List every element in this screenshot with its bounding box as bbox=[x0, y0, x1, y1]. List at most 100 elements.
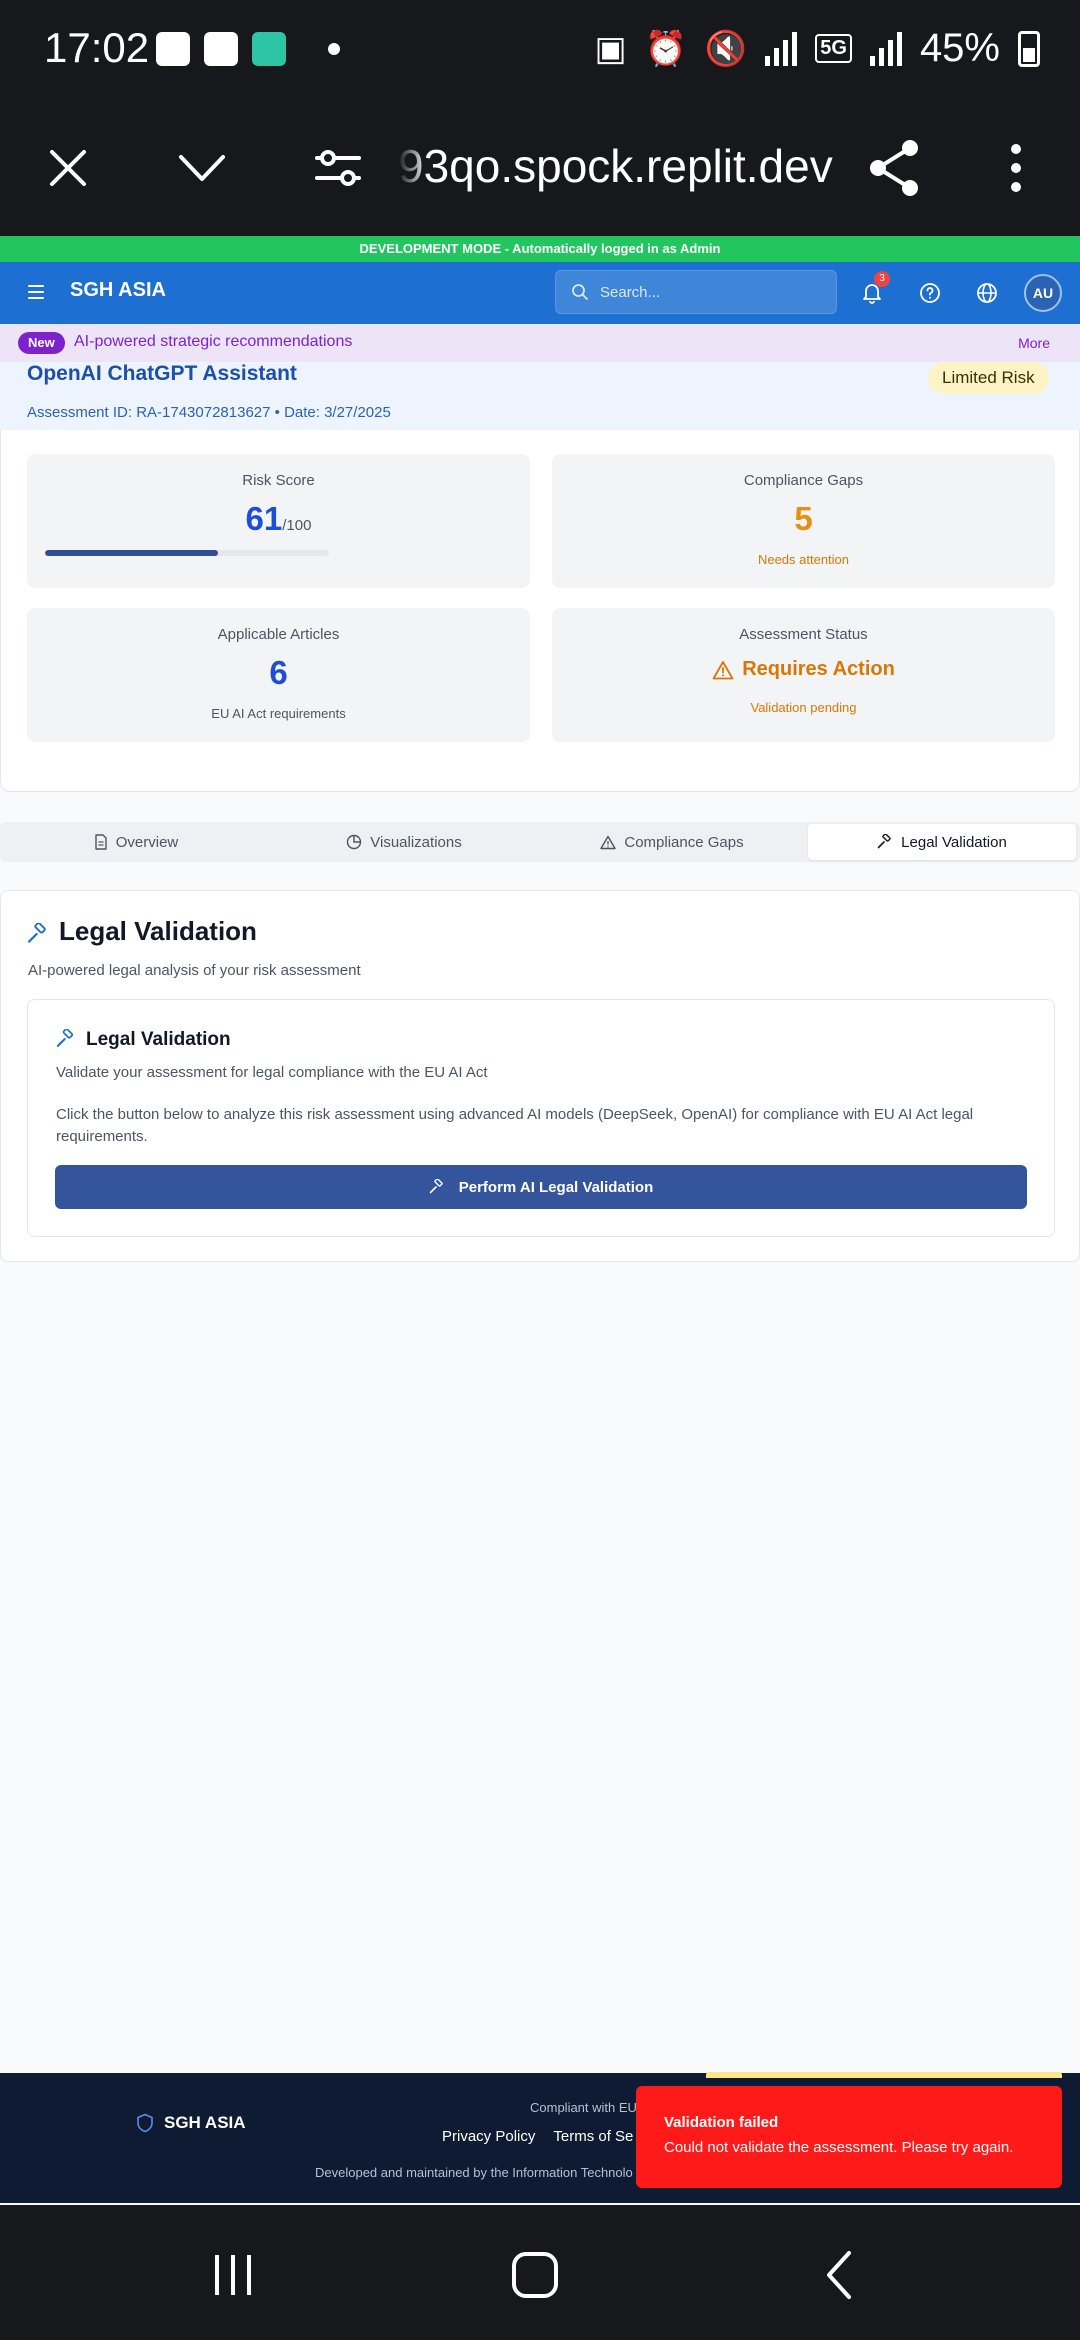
gavel-icon bbox=[877, 834, 891, 849]
signal-icon bbox=[765, 31, 798, 66]
compliance-gaps-stat: Compliance Gaps 5 Needs attention bbox=[552, 454, 1055, 588]
compliance-gaps-value: 5 bbox=[794, 500, 813, 537]
assessment-status-label: Assessment Status bbox=[739, 626, 868, 643]
risk-level-badge: Limited Risk bbox=[928, 362, 1049, 394]
clock: 17:02 bbox=[44, 24, 150, 71]
footer-compliance-text: Compliant with EU bbox=[530, 2100, 637, 2115]
overflow-menu-button[interactable] bbox=[974, 126, 1058, 210]
tune-icon bbox=[315, 150, 361, 186]
home-icon bbox=[512, 2252, 558, 2298]
gavel-icon bbox=[56, 1029, 74, 1047]
share-button[interactable] bbox=[852, 126, 936, 210]
mute-icon: 🔇 bbox=[704, 29, 748, 68]
home-button[interactable] bbox=[500, 2245, 570, 2305]
tab-bar: Overview Visualizations Compliance Gaps … bbox=[0, 822, 1080, 862]
privacy-policy-link[interactable]: Privacy Policy bbox=[442, 2128, 535, 2145]
notification-icons bbox=[156, 32, 340, 66]
toast-title: Validation failed bbox=[664, 2114, 779, 2131]
legal-validation-card: Legal Validation Validate your assessmen… bbox=[27, 999, 1055, 1237]
system-navigation-bar bbox=[0, 2205, 1080, 2340]
search-icon bbox=[572, 284, 588, 300]
minimize-button[interactable] bbox=[160, 126, 244, 210]
perform-ai-legal-validation-button[interactable]: Perform AI Legal Validation bbox=[55, 1165, 1027, 1209]
help-button[interactable] bbox=[916, 279, 944, 307]
warning-icon bbox=[600, 835, 617, 849]
outlook-icon bbox=[156, 32, 190, 66]
hidden-toast-edge bbox=[706, 2072, 1062, 2078]
footer-links: Privacy Policy Terms of Se bbox=[442, 2128, 633, 2145]
dev-mode-banner: DEVELOPMENT MODE - Automatically logged … bbox=[0, 236, 1080, 262]
risk-score-progress-fill bbox=[45, 550, 219, 556]
pie-chart-icon bbox=[347, 834, 362, 850]
applicable-articles-stat: Applicable Articles 6 EU AI Act requirem… bbox=[27, 608, 530, 742]
announcement-text: AI-powered strategic recommendations bbox=[74, 333, 353, 350]
battery-icon bbox=[1018, 30, 1040, 67]
back-button[interactable] bbox=[804, 2245, 874, 2305]
user-avatar[interactable]: AU bbox=[1024, 274, 1062, 312]
toast-message: Could not validate the assessment. Pleas… bbox=[664, 2139, 1014, 2156]
site-settings-button[interactable] bbox=[296, 126, 380, 210]
applicable-articles-value: 6 bbox=[269, 654, 288, 691]
tab-overview[interactable]: Overview bbox=[2, 824, 270, 860]
brand-name[interactable]: SGH ASIA bbox=[70, 279, 166, 302]
recent-apps-icon bbox=[215, 2255, 251, 2295]
error-toast[interactable]: Validation failed Could not validate the… bbox=[636, 2086, 1062, 2188]
compliance-gaps-label: Compliance Gaps bbox=[743, 472, 864, 489]
system-icons: ▣ ⏰ 🔇 5G 45% bbox=[594, 26, 1040, 71]
card-description: Validate your assessment for legal compl… bbox=[56, 1064, 488, 1081]
share-icon bbox=[870, 140, 918, 196]
menu-icon bbox=[28, 285, 44, 299]
notification-count-badge: 3 bbox=[874, 271, 890, 287]
tab-compliance-gaps[interactable]: Compliance Gaps bbox=[538, 824, 806, 860]
hamburger-menu-button[interactable] bbox=[28, 280, 52, 304]
chevron-down-icon bbox=[179, 155, 225, 181]
app-header: SGH ASIA 3 AU bbox=[0, 262, 1080, 324]
terms-link[interactable]: Terms of Se bbox=[553, 2128, 633, 2145]
notifications-button[interactable]: 3 bbox=[858, 271, 890, 307]
risk-score-label: Risk Score bbox=[242, 472, 315, 489]
applicable-articles-label: Applicable Articles bbox=[217, 626, 340, 643]
footer-developer-text: Developed and maintained by the Informat… bbox=[315, 2165, 633, 2180]
new-badge: New bbox=[18, 332, 65, 354]
close-tab-button[interactable] bbox=[26, 126, 110, 210]
footer-brand: SGH ASIA bbox=[136, 2113, 246, 2133]
applicable-articles-sub: EU AI Act requirements bbox=[211, 706, 346, 721]
battery-saver-icon: ▣ bbox=[594, 29, 627, 68]
more-notifications-dot-icon bbox=[328, 43, 340, 55]
panel-description: AI-powered legal analysis of your risk a… bbox=[28, 962, 361, 979]
app-icon bbox=[204, 32, 238, 66]
risk-score-stat: Risk Score 61/100 bbox=[27, 454, 530, 588]
legal-validation-panel: Legal Validation AI-powered legal analys… bbox=[0, 890, 1080, 1262]
panel-title: Legal Validation bbox=[59, 916, 257, 946]
warning-icon bbox=[712, 660, 734, 679]
document-icon bbox=[95, 834, 107, 850]
assessment-status-value: Requires Action bbox=[552, 658, 1055, 681]
battery-percent: 45% bbox=[919, 26, 1000, 70]
announcement-more-link[interactable]: More bbox=[1018, 335, 1050, 351]
assessment-status-sub: Validation pending bbox=[750, 700, 857, 715]
url-bar[interactable]: 93qo.spock.replit.dev bbox=[398, 128, 838, 204]
alarm-icon: ⏰ bbox=[644, 29, 687, 68]
tab-legal-validation[interactable]: Legal Validation bbox=[808, 824, 1076, 860]
more-vert-icon bbox=[1011, 144, 1021, 192]
gavel-icon bbox=[27, 923, 46, 943]
search-box[interactable] bbox=[555, 270, 837, 314]
language-button[interactable] bbox=[973, 279, 1001, 307]
card-title: Legal Validation bbox=[86, 1029, 231, 1050]
stats-card: Risk Score 61/100 Compliance Gaps 5 Need… bbox=[0, 430, 1080, 792]
compliance-gaps-sub: Needs attention bbox=[757, 552, 850, 567]
recent-apps-button[interactable] bbox=[198, 2245, 268, 2305]
back-icon bbox=[827, 2251, 851, 2299]
gavel-icon bbox=[429, 1179, 443, 1194]
assessment-header: OpenAI ChatGPT Assistant Assessment ID: … bbox=[0, 362, 1080, 430]
assessment-status-stat: Assessment Status Requires Action Valida… bbox=[552, 608, 1055, 742]
globe-icon bbox=[977, 283, 997, 303]
search-input[interactable] bbox=[600, 271, 830, 313]
close-icon bbox=[50, 150, 86, 186]
tasks-icon bbox=[252, 32, 286, 66]
shield-icon bbox=[137, 2113, 153, 2133]
risk-score-value: 61/100 bbox=[245, 500, 312, 537]
signal-icon-2 bbox=[869, 31, 902, 66]
tab-visualizations[interactable]: Visualizations bbox=[270, 824, 538, 860]
browser-toolbar: 93qo.spock.replit.dev bbox=[0, 100, 1080, 236]
